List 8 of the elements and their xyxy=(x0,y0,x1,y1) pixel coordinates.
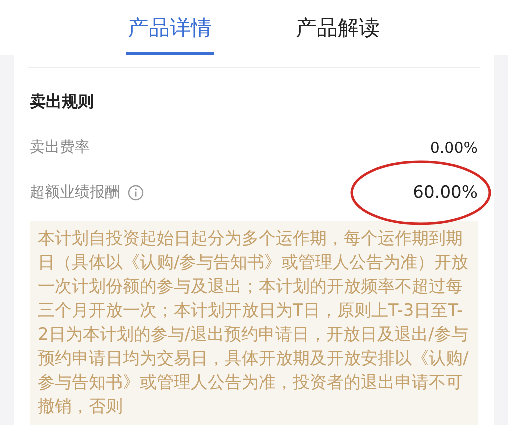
row-value: 60.00% xyxy=(413,182,478,202)
tab[interactable]: 产品解读 xyxy=(294,10,382,55)
section-title: 卖出规则 xyxy=(30,92,95,113)
row-value: 0.00% xyxy=(430,138,478,156)
info-icon[interactable] xyxy=(128,184,144,200)
notice-text: 本计划自投资起始日起分为多个运作期，每个运作期到期日（具体以《认购/参与告知书》或管理人公告为准）开放一次计划份额的参与及退出；本计划的开放频率不超过每三个月开放一次；本计划开放日为T日，原则上T-3日至T-2日为本计划的参与/退出预约申请日，开放日及退出/参与预约申请日均为交易日，具体开放期及开放安排以《认购/参与告知书》或管理人公告为准，投资者的退出申请不可撤销，否则 xyxy=(30,221,478,425)
row-label: 卖出费率 xyxy=(30,138,90,157)
row-label: 超额业绩报酬 xyxy=(30,183,120,202)
